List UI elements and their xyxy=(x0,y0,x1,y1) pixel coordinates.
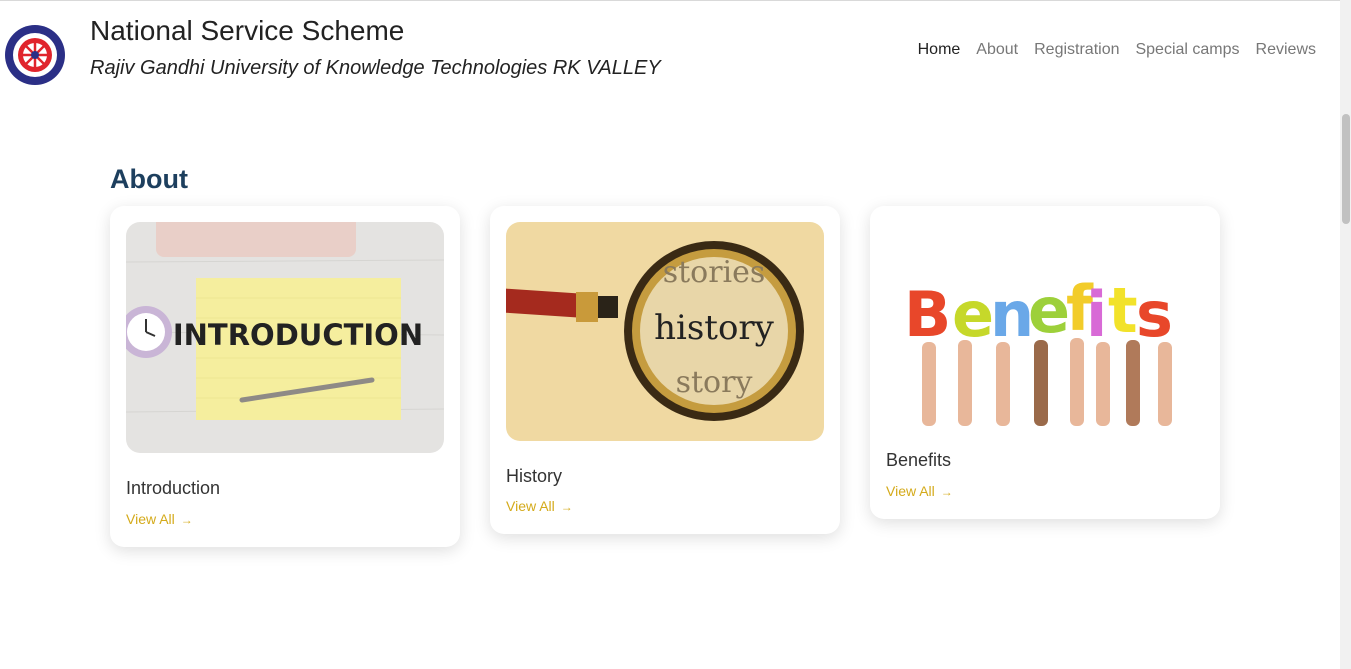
introduction-card[interactable]: INTRODUCTION Introduction View All → xyxy=(110,206,460,547)
introduction-view-all-link[interactable]: View All → xyxy=(126,511,193,527)
arrow-right-icon: → xyxy=(940,485,953,499)
scrollbar-thumb[interactable] xyxy=(1342,114,1350,224)
site-header: National Service Scheme Rajiv Gandhi Uni… xyxy=(0,1,1340,91)
benefits-image: B e n e f i t s xyxy=(886,222,1204,428)
benefits-view-all-link[interactable]: View All → xyxy=(886,483,953,499)
benefits-card[interactable]: B e n e f i t s Benefits View All → xyxy=(870,206,1220,519)
nav-about[interactable]: About xyxy=(976,41,1018,59)
svg-text:s: s xyxy=(1136,278,1173,351)
view-all-label: View All xyxy=(886,483,935,499)
site-title: National Service Scheme xyxy=(90,15,405,46)
view-all-label: View All xyxy=(126,511,175,527)
about-heading: About xyxy=(110,164,188,194)
history-title: History xyxy=(506,466,563,486)
main-nav: Home About Registration Special camps Re… xyxy=(918,41,1316,59)
site-subtitle: Rajiv Gandhi University of Knowledge Tec… xyxy=(90,57,661,79)
arrow-right-icon: → xyxy=(560,500,573,514)
history-card[interactable]: stories history story History View All → xyxy=(490,206,840,534)
introduction-image: INTRODUCTION xyxy=(126,222,444,453)
introduction-title: Introduction xyxy=(126,478,221,498)
svg-text:i: i xyxy=(1086,278,1107,351)
nss-logo-icon[interactable] xyxy=(4,24,66,86)
benefits-title: Benefits xyxy=(886,450,952,470)
svg-text:B: B xyxy=(904,278,951,351)
svg-text:e: e xyxy=(952,278,994,351)
scrollbar-track[interactable] xyxy=(1340,0,1351,669)
nav-special-camps[interactable]: Special camps xyxy=(1135,41,1239,59)
nav-home[interactable]: Home xyxy=(918,41,961,59)
nav-registration[interactable]: Registration xyxy=(1034,41,1119,59)
view-all-label: View All xyxy=(506,498,555,514)
svg-text:e: e xyxy=(1028,274,1070,347)
arrow-right-icon: → xyxy=(180,513,193,527)
svg-text:story: story xyxy=(676,365,753,400)
introduction-image-text: INTRODUCTION xyxy=(173,318,423,352)
history-view-all-link[interactable]: View All → xyxy=(506,498,573,514)
nav-reviews[interactable]: Reviews xyxy=(1256,41,1316,59)
svg-text:stories: stories xyxy=(663,255,766,290)
history-image-text: history xyxy=(654,308,775,348)
svg-text:t: t xyxy=(1108,274,1138,347)
history-image: stories history story xyxy=(506,222,824,441)
